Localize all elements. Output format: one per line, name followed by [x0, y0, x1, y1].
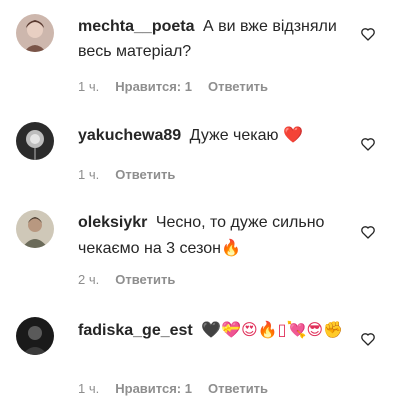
comment-body: fadiska_ge_est 🖤💝😍🔥▯💘😎✊ [78, 317, 353, 343]
avatar[interactable] [16, 317, 54, 355]
dandelion-avatar-icon [16, 122, 54, 160]
comment-username[interactable]: fadiska_ge_est [78, 322, 193, 339]
emoji: 🖤💝😍🔥▯💘😎✊ [201, 320, 343, 339]
comment-meta: 1 ч. Ответить [78, 167, 175, 183]
comment-text: Дуже чекаю [189, 127, 279, 144]
comment-meta: 2 ч. Ответить [78, 272, 175, 288]
comment-likes[interactable]: Нравится: 1 [115, 381, 192, 397]
reply-button[interactable]: Ответить [208, 381, 268, 397]
comment-username[interactable]: oleksiykr [78, 214, 147, 231]
comment-body: oleksiykr Чесно, то дуже сильно чекаємо … [78, 210, 353, 261]
man-portrait-avatar-icon [16, 210, 54, 248]
comment-likes[interactable]: Нравится: 1 [115, 79, 192, 95]
dark-portrait-avatar-icon [16, 317, 54, 355]
like-heart-icon[interactable] [360, 331, 376, 347]
reply-button[interactable]: Ответить [115, 272, 175, 288]
comment-username[interactable]: yakuchewa89 [78, 127, 181, 144]
avatar[interactable] [16, 122, 54, 160]
avatar[interactable] [16, 14, 54, 52]
like-heart-icon[interactable] [360, 224, 376, 240]
woman-portrait-avatar-icon [16, 14, 54, 52]
comment-time[interactable]: 1 ч. [78, 381, 99, 397]
comment-time[interactable]: 1 ч. [78, 167, 99, 183]
like-heart-icon[interactable] [360, 26, 376, 42]
emoji: 🔥 [220, 238, 241, 257]
comment-body: yakuchewa89 Дуже чекаю ❤️ [78, 122, 353, 148]
comment-meta: 1 ч. Нравится: 1 Ответить [78, 79, 268, 95]
reply-button[interactable]: Ответить [115, 167, 175, 183]
reply-button[interactable]: Ответить [208, 79, 268, 95]
comment-username[interactable]: mechta__poeta [78, 18, 195, 35]
comment-body: mechta__poeta А ви вже відзняли весь мат… [78, 14, 353, 64]
comment-time[interactable]: 2 ч. [78, 272, 99, 288]
comment-meta: 1 ч. Нравится: 1 Ответить [78, 381, 268, 397]
avatar[interactable] [16, 210, 54, 248]
like-heart-icon[interactable] [360, 136, 376, 152]
comment-time[interactable]: 1 ч. [78, 79, 99, 95]
emoji: ❤️ [283, 125, 303, 144]
comment-list: mechta__poeta А ви вже відзняли весь мат… [0, 0, 410, 405]
